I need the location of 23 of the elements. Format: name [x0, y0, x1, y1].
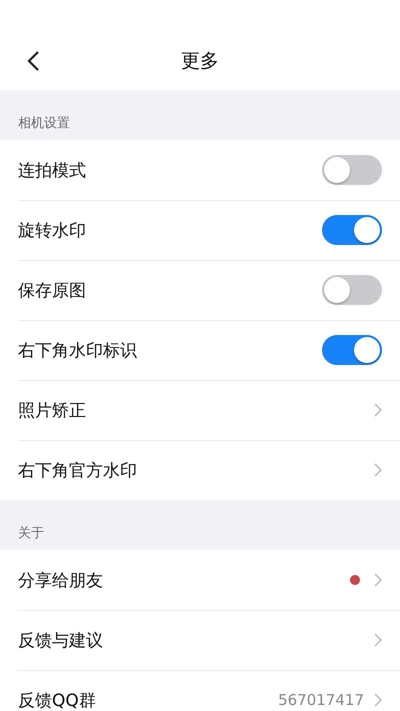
- setting-label: 旋转水印: [18, 220, 87, 242]
- page-title: 更多: [181, 49, 219, 74]
- setting-label: 照片矫正: [18, 400, 87, 422]
- setting-label: 分享给朋友: [18, 570, 104, 592]
- setting-label: 反馈与建议: [18, 630, 104, 652]
- setting-value: 567017417: [278, 691, 364, 709]
- chevron-icon[interactable]: [374, 633, 382, 647]
- toggle-switch[interactable]: [322, 215, 382, 245]
- chevron-icon[interactable]: [374, 403, 382, 417]
- chevron-icon[interactable]: [374, 573, 382, 587]
- setting-label: 保存原图: [18, 280, 87, 302]
- setting-label: 连拍模式: [18, 160, 87, 182]
- chevron-icon[interactable]: [374, 693, 382, 707]
- section-title: 相机设置: [17, 115, 71, 133]
- setting-label: 右下角水印标识: [18, 340, 138, 362]
- back-icon[interactable]: [26, 50, 40, 72]
- setting-label: 右下角官方水印: [18, 460, 138, 482]
- toggle-switch[interactable]: [322, 335, 382, 365]
- setting-label: 反馈QQ群: [18, 690, 97, 711]
- toggle-switch[interactable]: [322, 155, 382, 185]
- toggle-switch[interactable]: [322, 275, 382, 305]
- section-title: 关于: [17, 525, 45, 543]
- chevron-icon[interactable]: [374, 463, 382, 477]
